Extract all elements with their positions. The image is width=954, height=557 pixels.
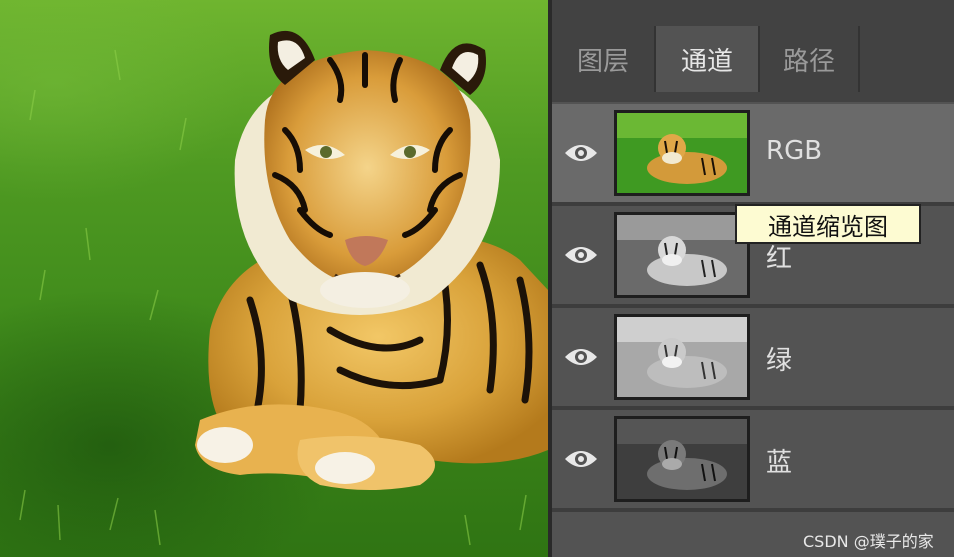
channel-thumbnail[interactable]: [614, 110, 750, 196]
channel-row-green[interactable]: 绿: [552, 308, 954, 410]
eye-icon[interactable]: [564, 447, 598, 471]
panel-title-bar: [552, 0, 954, 24]
tab-paths[interactable]: 路径: [758, 26, 860, 92]
channel-thumbnail[interactable]: [614, 212, 750, 298]
panel-tabs: 图层 通道 路径: [552, 24, 954, 94]
eye-icon[interactable]: [564, 141, 598, 165]
thumbnail-tooltip: 通道缩览图: [735, 204, 921, 244]
thumbnail-rgb-image: [617, 113, 747, 193]
tab-layers[interactable]: 图层: [552, 26, 656, 92]
channel-label: RGB: [766, 136, 823, 166]
eye-icon[interactable]: [564, 243, 598, 267]
channel-thumbnail[interactable]: [614, 314, 750, 400]
eye-icon[interactable]: [564, 345, 598, 369]
channel-row-blue[interactable]: 蓝: [552, 410, 954, 512]
tab-channels[interactable]: 通道: [656, 26, 758, 92]
watermark-text: CSDN @璞子的家: [803, 532, 934, 551]
thumbnail-blue-image: [617, 419, 747, 499]
channel-row-rgb[interactable]: RGB: [552, 104, 954, 206]
tabs-separator: [552, 94, 954, 102]
thumbnail-red-image: [617, 215, 747, 295]
channels-panel: 图层 通道 路径 RGB 红 绿 蓝: [552, 0, 954, 557]
channel-label: 绿: [766, 346, 793, 376]
channel-thumbnail[interactable]: [614, 416, 750, 502]
tiger-image: [19, 30, 548, 546]
document-canvas-photo: [0, 0, 548, 557]
channel-label: 蓝: [766, 448, 793, 478]
thumbnail-green-image: [617, 317, 747, 397]
